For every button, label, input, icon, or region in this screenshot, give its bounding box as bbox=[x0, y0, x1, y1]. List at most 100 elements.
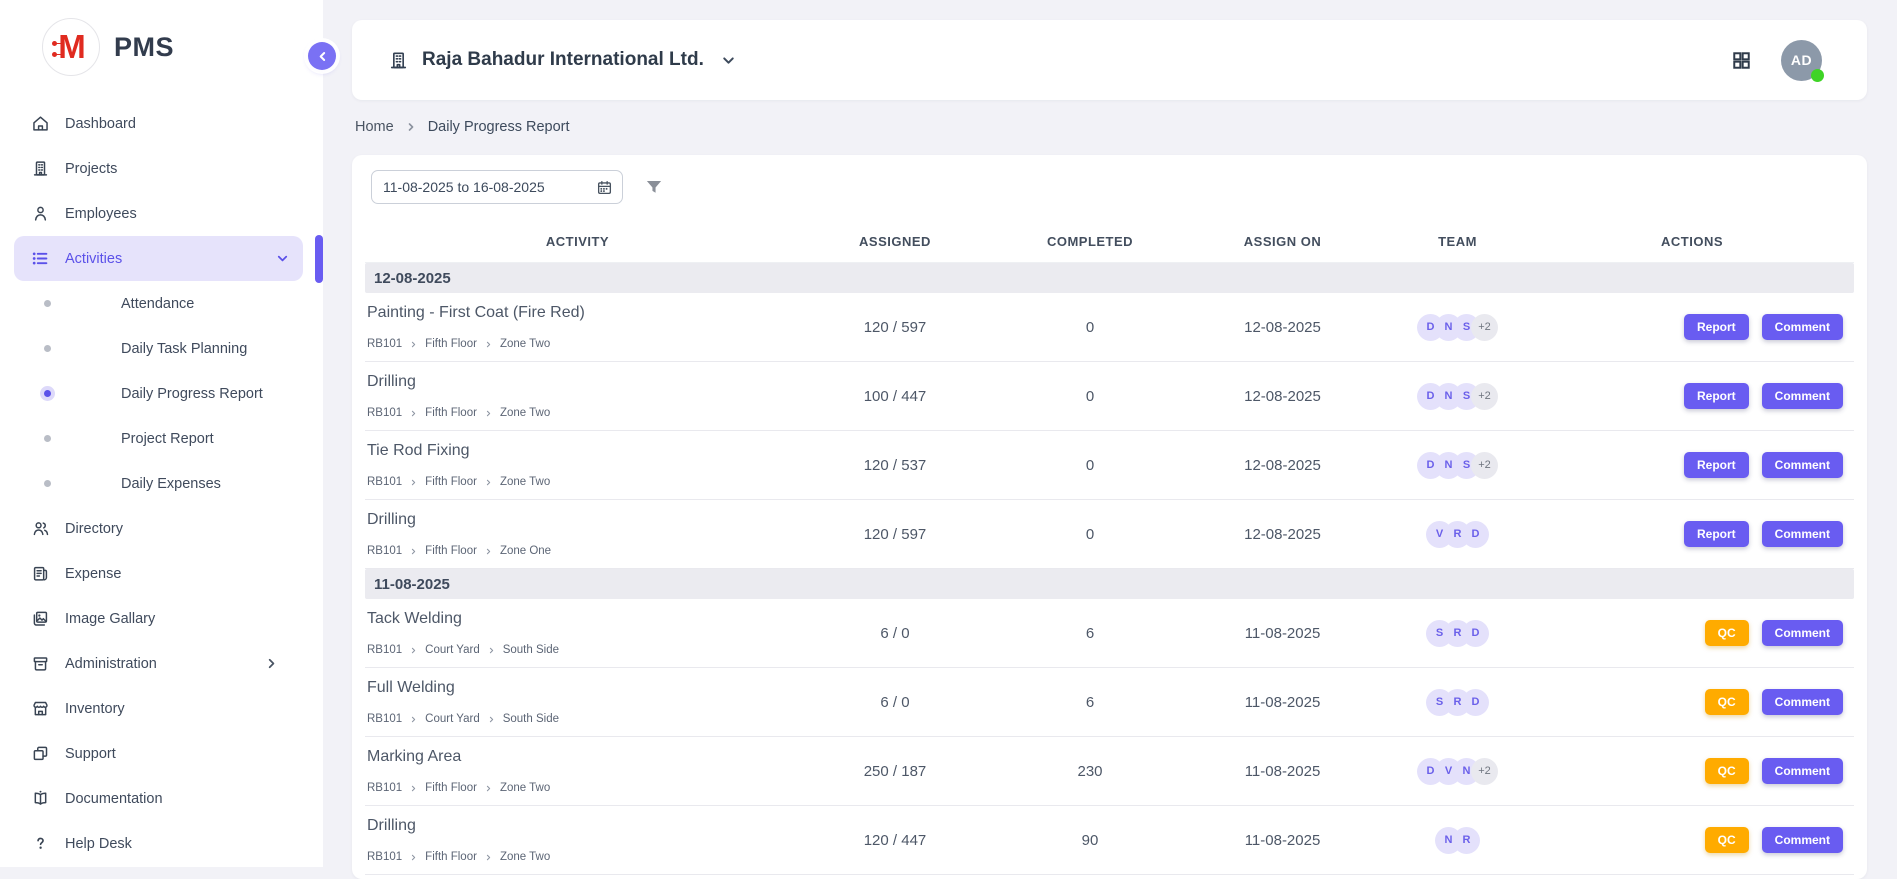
activity-path: RB101Fifth FloorZone Two bbox=[367, 338, 790, 350]
sidebar-item-attendance[interactable]: Attendance bbox=[0, 281, 323, 326]
sidebar-item-label: Support bbox=[65, 746, 116, 762]
sidebar-item-inventory[interactable]: Inventory bbox=[0, 686, 323, 731]
path-segment: Fifth Floor bbox=[425, 407, 477, 419]
sidebar-collapse-button[interactable] bbox=[308, 42, 336, 70]
chevron-right-icon bbox=[409, 715, 418, 724]
chevron-right-icon bbox=[409, 478, 418, 487]
qc-button[interactable]: QC bbox=[1705, 620, 1749, 646]
team-member-avatar[interactable]: D bbox=[1462, 689, 1489, 716]
squares-icon bbox=[31, 744, 50, 763]
comment-button[interactable]: Comment bbox=[1762, 452, 1843, 478]
date-range-input[interactable]: 11-08-2025 to 16-08-2025 bbox=[371, 170, 623, 204]
comment-button[interactable]: Comment bbox=[1762, 383, 1843, 409]
sidebar-item-administration[interactable]: Administration bbox=[0, 641, 323, 686]
sidebar-item-label: Attendance bbox=[121, 296, 194, 312]
activity-cell: Full WeldingRB101Court YardSouth Side bbox=[365, 668, 790, 736]
comment-button[interactable]: Comment bbox=[1762, 758, 1843, 784]
breadcrumb-home[interactable]: Home bbox=[355, 119, 394, 135]
team-avatars: VRD bbox=[1385, 521, 1530, 548]
report-button[interactable]: Report bbox=[1684, 452, 1749, 478]
team-overflow-badge[interactable]: +2 bbox=[1471, 383, 1498, 410]
topbar: Raja Bahadur International Ltd. AD bbox=[352, 20, 1867, 100]
logo-m-icon: M bbox=[42, 18, 100, 76]
apps-grid-icon[interactable] bbox=[1731, 50, 1752, 71]
team-overflow-badge[interactable]: +2 bbox=[1471, 452, 1498, 479]
sidebar-item-daily-expenses[interactable]: Daily Expenses bbox=[0, 461, 323, 506]
path-segment: Court Yard bbox=[425, 713, 480, 725]
path-segment: Zone Two bbox=[500, 782, 550, 794]
activity-title: Painting - First Coat (Fire Red) bbox=[367, 304, 790, 322]
comment-button[interactable]: Comment bbox=[1762, 521, 1843, 547]
sidebar-item-daily-progress-report[interactable]: Daily Progress Report bbox=[0, 371, 323, 416]
bullet-icon bbox=[44, 435, 51, 442]
chevron-right-icon bbox=[487, 715, 496, 724]
team-overflow-badge[interactable]: +2 bbox=[1471, 758, 1498, 785]
sidebar-item-activities[interactable]: Activities bbox=[14, 236, 303, 281]
chevron-right-icon bbox=[484, 784, 493, 793]
column-header-activity: ACTIVITY bbox=[365, 234, 790, 249]
chevron-right-icon bbox=[484, 340, 493, 349]
sidebar-item-projects[interactable]: Projects bbox=[0, 146, 323, 191]
activity-path: RB101Court YardSouth Side bbox=[367, 713, 790, 725]
book-icon bbox=[31, 789, 50, 808]
report-button[interactable]: Report bbox=[1684, 521, 1749, 547]
person-icon bbox=[31, 204, 50, 223]
funnel-filter-icon[interactable] bbox=[644, 177, 664, 197]
comment-button[interactable]: Comment bbox=[1762, 827, 1843, 853]
team-member-avatar[interactable]: D bbox=[1462, 521, 1489, 548]
avatar-initials: AD bbox=[1791, 52, 1812, 68]
completed-value: 6 bbox=[1000, 625, 1180, 642]
qc-button[interactable]: QC bbox=[1705, 758, 1749, 784]
sidebar-item-expense[interactable]: Expense bbox=[0, 551, 323, 596]
sidebar-item-image-gallary[interactable]: Image Gallary bbox=[0, 596, 323, 641]
team-member-avatar[interactable]: R bbox=[1453, 827, 1480, 854]
row-actions: QC Comment bbox=[1530, 827, 1854, 853]
activity-title: Drilling bbox=[367, 373, 790, 391]
sidebar-item-support[interactable]: Support bbox=[0, 731, 323, 776]
report-button[interactable]: Report bbox=[1684, 383, 1749, 409]
sidebar-item-label: Projects bbox=[65, 161, 117, 177]
comment-button[interactable]: Comment bbox=[1762, 314, 1843, 340]
qc-button[interactable]: QC bbox=[1705, 689, 1749, 715]
report-button[interactable]: Report bbox=[1684, 314, 1749, 340]
help-icon bbox=[31, 834, 50, 853]
sidebar-item-dashboard[interactable]: Dashboard bbox=[0, 101, 323, 146]
row-actions: Report Comment bbox=[1530, 521, 1854, 547]
sidebar-item-project-report[interactable]: Project Report bbox=[0, 416, 323, 461]
qc-button[interactable]: QC bbox=[1705, 827, 1749, 853]
assign-on-value: 11-08-2025 bbox=[1180, 832, 1385, 849]
sidebar-item-directory[interactable]: Directory bbox=[0, 506, 323, 551]
sidebar-item-employees[interactable]: Employees bbox=[0, 191, 323, 236]
path-segment: Fifth Floor bbox=[425, 338, 477, 350]
completed-value: 0 bbox=[1000, 388, 1180, 405]
content-card: 11-08-2025 to 16-08-2025 ACTIVITYASSIGNE… bbox=[352, 155, 1867, 879]
user-avatar[interactable]: AD bbox=[1781, 40, 1822, 81]
chevron-right-icon bbox=[409, 646, 418, 655]
sidebar-item-help-desk[interactable]: Help Desk bbox=[0, 821, 323, 866]
company-selector[interactable]: Raja Bahadur International Ltd. bbox=[388, 49, 737, 71]
activity-title: Tie Rod Fixing bbox=[367, 442, 790, 460]
activity-title: Drilling bbox=[367, 511, 790, 529]
assign-on-value: 12-08-2025 bbox=[1180, 388, 1385, 405]
sidebar-item-documentation[interactable]: Documentation bbox=[0, 776, 323, 821]
row-actions: Report Comment bbox=[1530, 383, 1854, 409]
sidebar-item-daily-task-planning[interactable]: Daily Task Planning bbox=[0, 326, 323, 371]
comment-button[interactable]: Comment bbox=[1762, 689, 1843, 715]
chevron-right-icon bbox=[484, 409, 493, 418]
sidebar: M PMS Dashboard Projects EmployeesActiviti… bbox=[0, 0, 323, 867]
sidebar-item-label: Expense bbox=[65, 566, 121, 582]
path-segment: RB101 bbox=[367, 851, 402, 863]
people-icon bbox=[31, 519, 50, 538]
logo: M PMS bbox=[0, 0, 323, 94]
path-segment: Fifth Floor bbox=[425, 476, 477, 488]
activity-path: RB101Fifth FloorZone Two bbox=[367, 782, 790, 794]
team-member-avatar[interactable]: D bbox=[1462, 620, 1489, 647]
assign-on-value: 12-08-2025 bbox=[1180, 457, 1385, 474]
comment-button[interactable]: Comment bbox=[1762, 620, 1843, 646]
column-header-completed: COMPLETED bbox=[1000, 234, 1180, 249]
team-avatars: DNS+2 bbox=[1385, 314, 1530, 341]
bullet-icon bbox=[44, 480, 51, 487]
company-name: Raja Bahadur International Ltd. bbox=[422, 49, 704, 71]
team-overflow-badge[interactable]: +2 bbox=[1471, 314, 1498, 341]
filter-row: 11-08-2025 to 16-08-2025 bbox=[371, 170, 1854, 204]
